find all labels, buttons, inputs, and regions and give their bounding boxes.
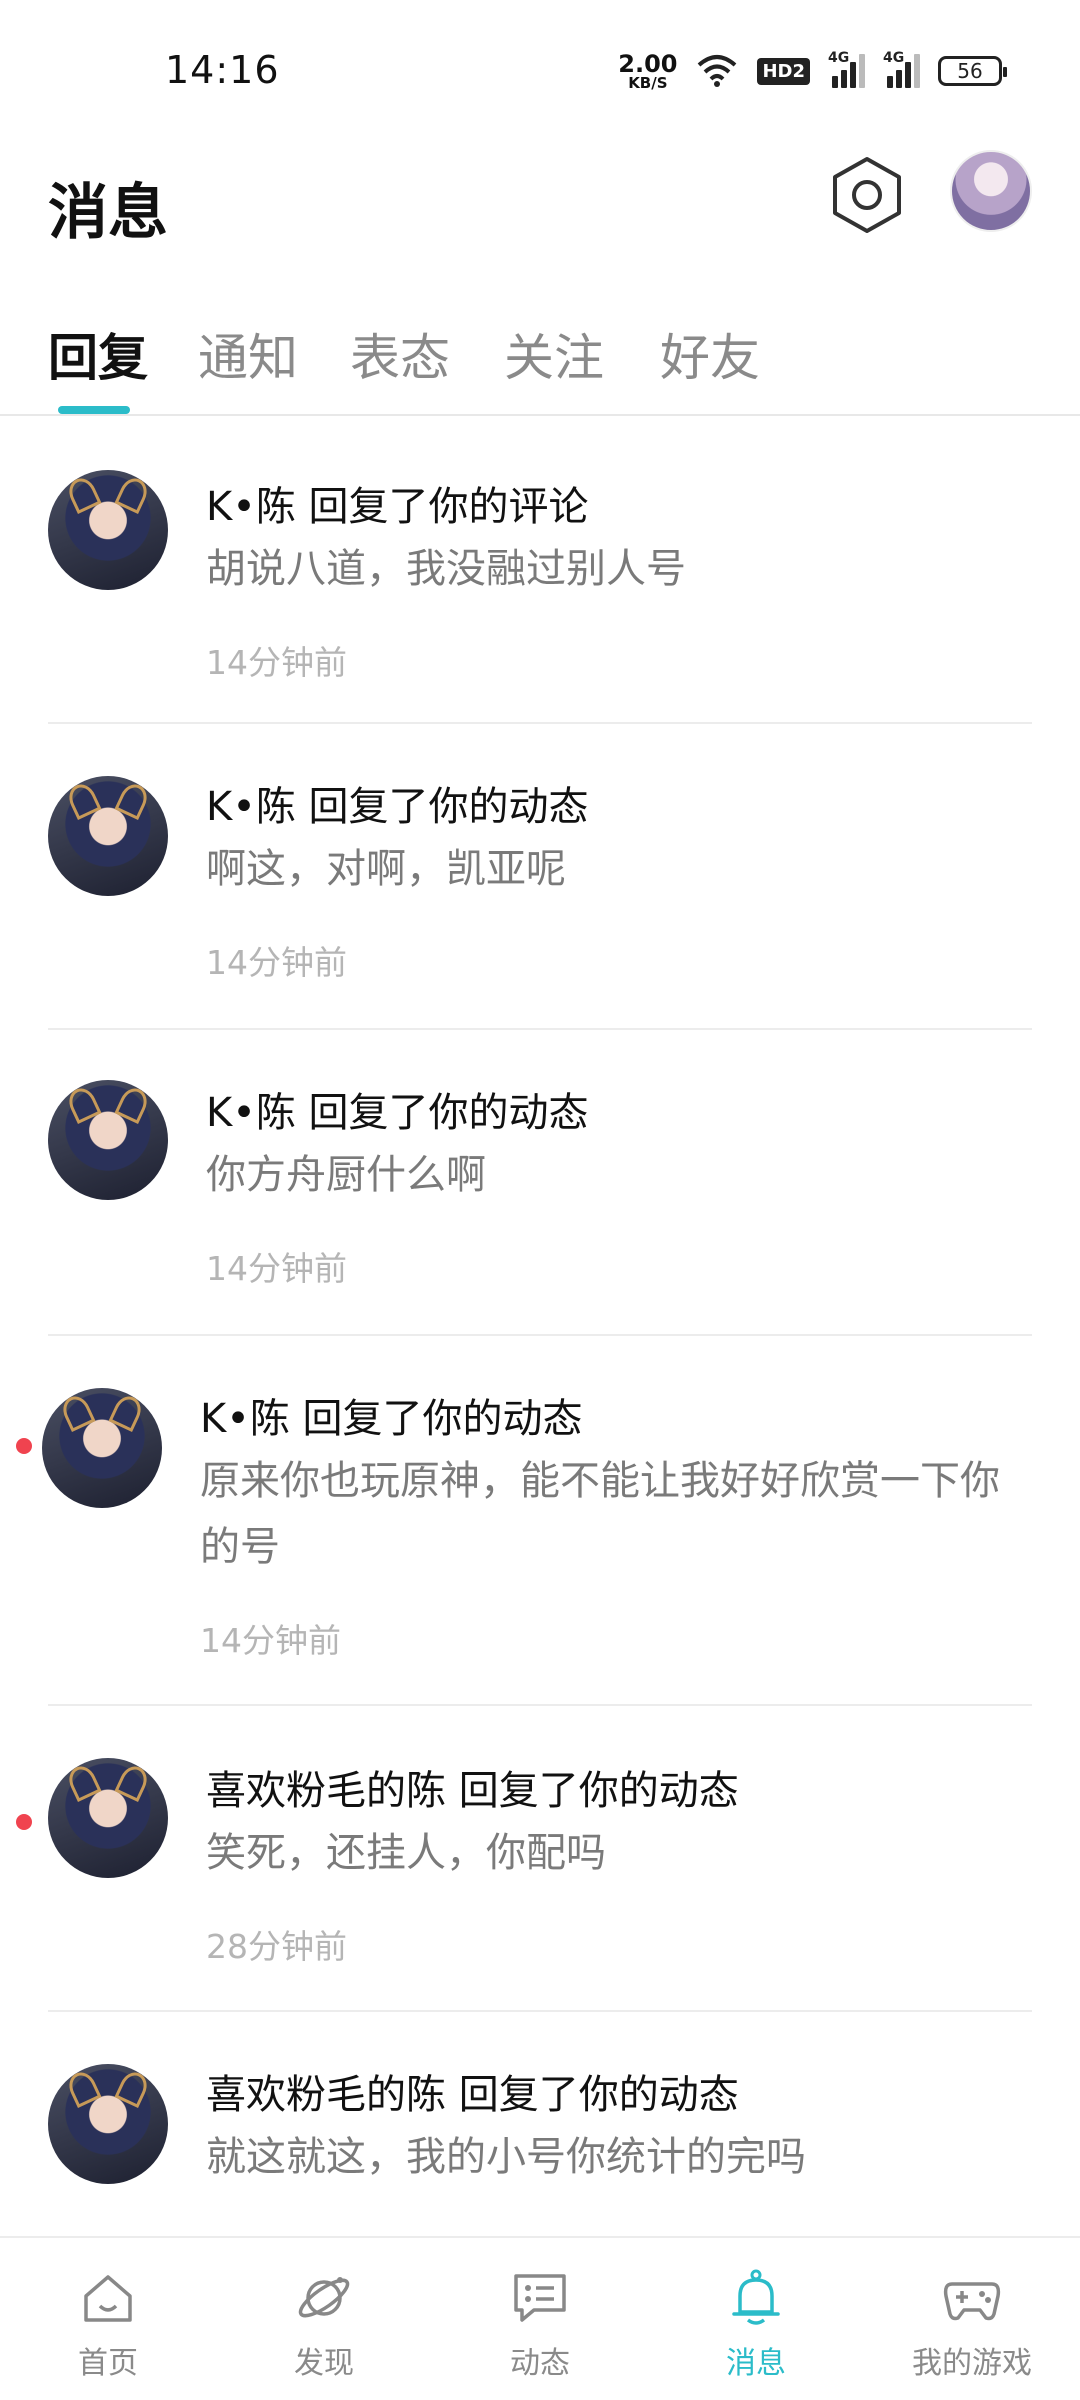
list-item[interactable]: K•陈 回复了你的动态 啊这，对啊，凯亚呢 14分钟前 [0, 724, 1080, 1030]
user-avatar[interactable] [950, 150, 1032, 232]
nav-messages[interactable]: 消息 [648, 2238, 864, 2400]
tab-follow[interactable]: 关注 [504, 318, 604, 390]
nav-my-games-label: 我的游戏 [912, 2346, 1032, 2381]
status-bar: 14:16 2.00 KB/S HD2 4G 4G 56 [0, 0, 1080, 140]
message-time: 14分钟前 [200, 1621, 341, 1660]
home-icon [84, 2275, 132, 2322]
signal-1-label: 4G [828, 50, 850, 66]
message-body: 就这就这，我的小号你统计的完吗 [206, 2134, 806, 2180]
active-tab-indicator [58, 406, 130, 414]
battery-icon: 56 [938, 56, 1007, 86]
message-title: K•陈 回复了你的动态 [206, 1090, 589, 1136]
message-time: 14分钟前 [206, 1249, 347, 1288]
chat-bubble-icon [514, 2274, 566, 2322]
message-title: 喜欢粉毛的陈 回复了你的动态 [206, 2072, 739, 2118]
list-item[interactable]: K•陈 回复了你的动态 原来你也玩原神，能不能让我好好欣赏一下你的号 14分钟前 [0, 1336, 1080, 1706]
message-time: 14分钟前 [206, 643, 347, 682]
bottom-nav: 首页 发现 动态 消息 我的游戏 [0, 2236, 1080, 2400]
avatar[interactable] [42, 1388, 162, 1508]
gamepad-icon [943, 2282, 1001, 2321]
message-body: 你方舟厨什么啊 [206, 1152, 486, 1198]
nav-home[interactable]: 首页 [0, 2238, 216, 2400]
list-item[interactable]: K•陈 回复了你的动态 你方舟厨什么啊 14分钟前 [0, 1030, 1080, 1336]
status-icons: 2.00 KB/S HD2 4G 4G 56 [618, 46, 1007, 96]
message-title: 喜欢粉毛的陈 回复了你的动态 [206, 1768, 739, 1814]
tab-notice[interactable]: 通知 [198, 318, 298, 390]
page-title: 消息 [48, 178, 168, 248]
battery-level: 56 [957, 59, 983, 83]
message-body: 胡说八道，我没融过别人号 [206, 546, 686, 592]
wifi-icon [698, 55, 737, 87]
nav-discover-label: 发现 [294, 2346, 354, 2381]
unread-dot [16, 1814, 32, 1830]
message-body: 原来你也玩原神，能不能让我好好欣赏一下你的号 [200, 1458, 1000, 1570]
tab-reaction[interactable]: 表态 [350, 318, 450, 390]
nav-my-games[interactable]: 我的游戏 [864, 2238, 1080, 2400]
signal-1-icon: 4G [828, 50, 865, 88]
tab-bar: 回复 通知 表态 关注 好友 [0, 300, 1080, 416]
tab-friends[interactable]: 好友 [660, 318, 760, 390]
hd-badge: HD2 [757, 57, 810, 85]
avatar[interactable] [48, 776, 168, 896]
message-list: K•陈 回复了你的评论 胡说八道，我没融过别人号 14分钟前 K•陈 回复了你的… [0, 418, 1080, 2232]
planet-icon [298, 2277, 350, 2318]
bell-icon [732, 2269, 780, 2325]
nav-feed[interactable]: 动态 [432, 2238, 648, 2400]
nav-discover[interactable]: 发现 [216, 2238, 432, 2400]
list-item[interactable]: 喜欢粉毛的陈 回复了你的动态 就这就这，我的小号你统计的完吗 [0, 2012, 1080, 2232]
message-body: 笑死，还挂人，你配吗 [206, 1830, 606, 1876]
message-body: 啊这，对啊，凯亚呢 [206, 846, 566, 892]
tab-reply[interactable]: 回复 [48, 318, 148, 390]
nav-feed-label: 动态 [510, 2346, 570, 2381]
nav-home-label: 首页 [78, 2346, 138, 2381]
avatar[interactable] [48, 1758, 168, 1878]
message-title: K•陈 回复了你的评论 [206, 484, 589, 530]
network-speed-unit: KB/S [628, 73, 668, 92]
network-speed-value: 2.00 [618, 49, 678, 78]
avatar[interactable] [48, 2064, 168, 2184]
signal-2-icon: 4G [883, 50, 920, 88]
signal-2-label: 4G [883, 50, 905, 66]
network-speed: 2.00 KB/S [618, 52, 677, 91]
list-item[interactable]: K•陈 回复了你的评论 胡说八道，我没融过别人号 14分钟前 [0, 418, 1080, 724]
status-time: 14:16 [165, 48, 280, 92]
message-title: K•陈 回复了你的动态 [206, 784, 589, 830]
header: 消息 [0, 140, 1080, 270]
settings-hexagon-icon [833, 157, 901, 233]
nav-messages-label: 消息 [726, 2346, 786, 2381]
message-time: 28分钟前 [206, 1927, 347, 1966]
message-time: 14分钟前 [206, 943, 347, 982]
message-title: K•陈 回复了你的动态 [200, 1396, 583, 1442]
list-item[interactable]: 喜欢粉毛的陈 回复了你的动态 笑死，还挂人，你配吗 28分钟前 [0, 1706, 1080, 2012]
avatar[interactable] [48, 470, 168, 590]
unread-dot [16, 1438, 32, 1454]
settings-button[interactable] [830, 155, 904, 235]
avatar[interactable] [48, 1080, 168, 1200]
